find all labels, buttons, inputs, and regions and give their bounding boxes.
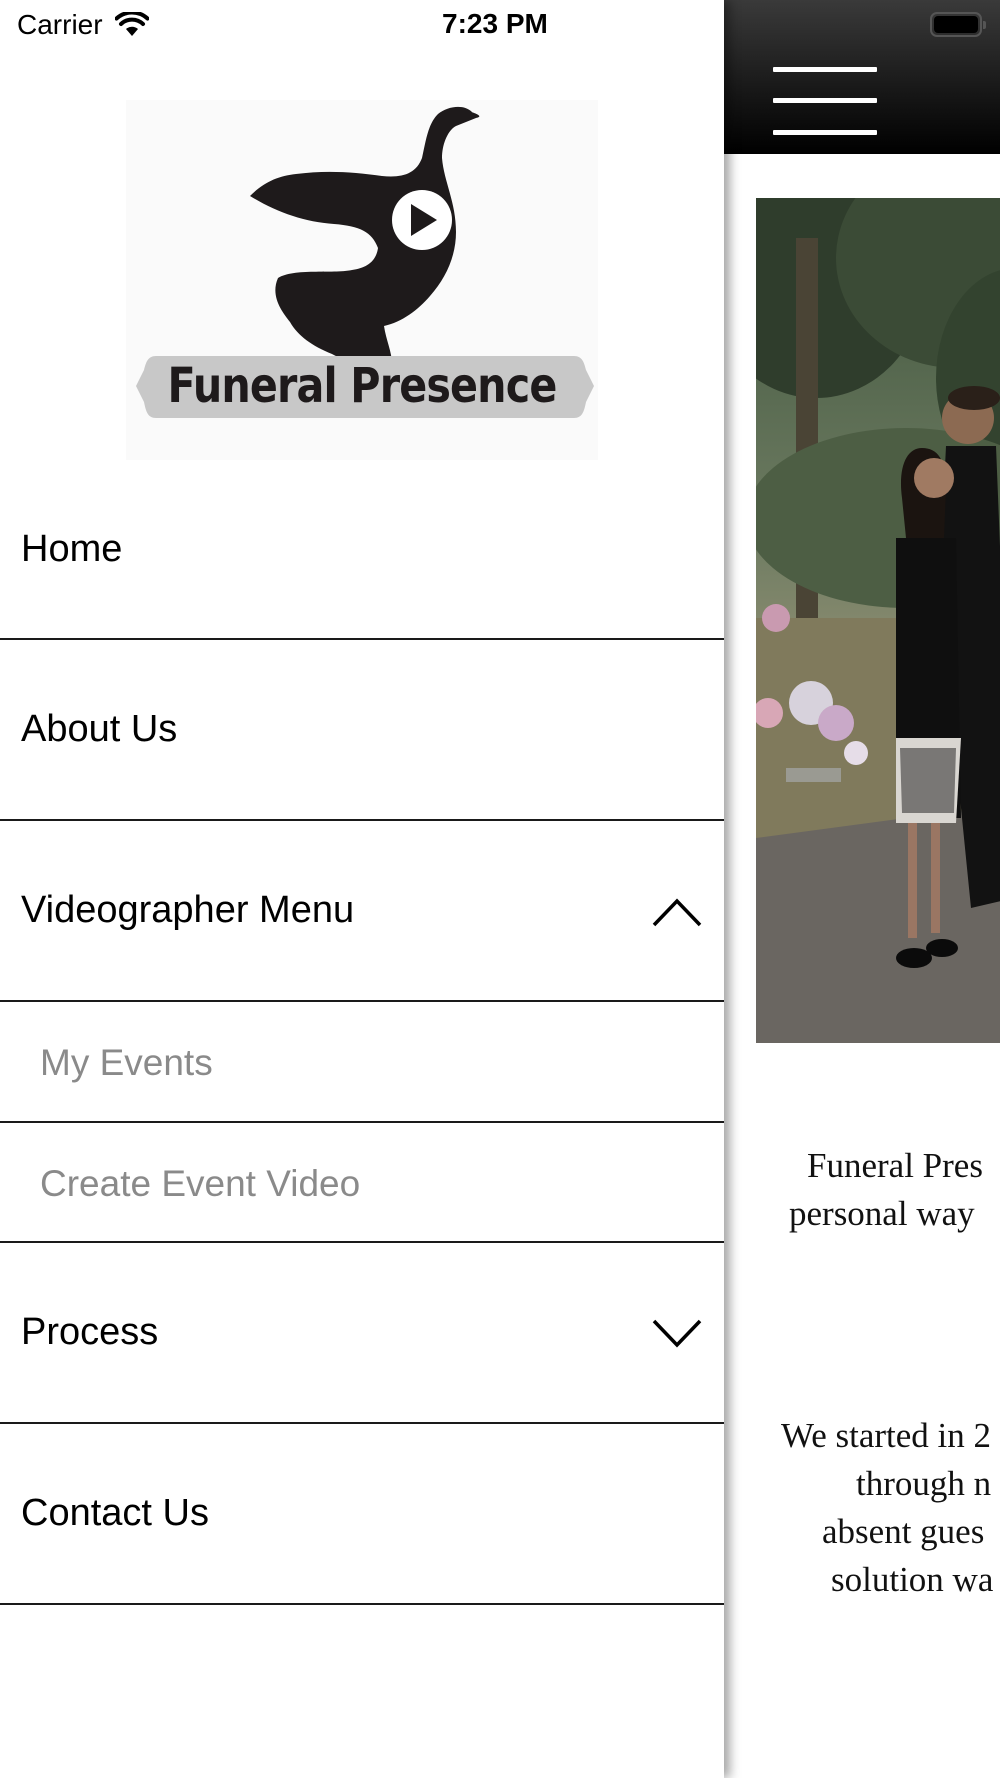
main-header — [724, 0, 1000, 154]
menu-item-label: Videographer Menu — [21, 889, 355, 931]
menu-item-home[interactable]: Home — [0, 460, 724, 640]
brand-name: Funeral Presence — [167, 358, 558, 414]
chevron-up-icon[interactable] — [652, 897, 702, 927]
story-text: We started in 2 through n absent gues so… — [781, 1416, 994, 1599]
menu-item-label: Process — [21, 1311, 159, 1353]
menu-item-process[interactable]: Process — [0, 1243, 724, 1424]
intro-text: Funeral Pres personal way — [789, 1146, 983, 1233]
menu-item-label: About Us — [21, 708, 178, 750]
status-carrier: Carrier — [17, 9, 149, 41]
menu-item-about-us[interactable]: About Us — [0, 640, 724, 821]
submenu-item-my-events[interactable]: My Events — [0, 1002, 724, 1123]
hamburger-icon[interactable] — [773, 64, 877, 136]
main-screen: Funeral Pres personal way We started in … — [724, 0, 1000, 1778]
status-time: 7:23 PM — [442, 8, 548, 39]
menu-item-label: Home — [21, 528, 123, 570]
side-drawer: Carrier 7:23 PM Funeral Presence Home Ab… — [0, 0, 724, 1778]
menu-item-contact-us[interactable]: Contact Us — [0, 1424, 724, 1605]
submenu-item-label: Create Event Video — [40, 1163, 361, 1204]
wifi-icon — [114, 12, 149, 36]
chevron-down-icon[interactable] — [652, 1319, 702, 1349]
submenu-item-create-event-video[interactable]: Create Event Video — [0, 1123, 724, 1243]
carrier-label: Carrier — [17, 9, 103, 40]
menu-item-videographer-menu[interactable]: Videographer Menu — [0, 821, 724, 1002]
submenu-item-label: My Events — [40, 1042, 213, 1083]
funeral-photo — [756, 198, 1000, 1043]
battery-icon — [930, 12, 986, 37]
brand-logo: Funeral Presence — [126, 100, 598, 460]
menu-item-label: Contact Us — [21, 1492, 209, 1534]
